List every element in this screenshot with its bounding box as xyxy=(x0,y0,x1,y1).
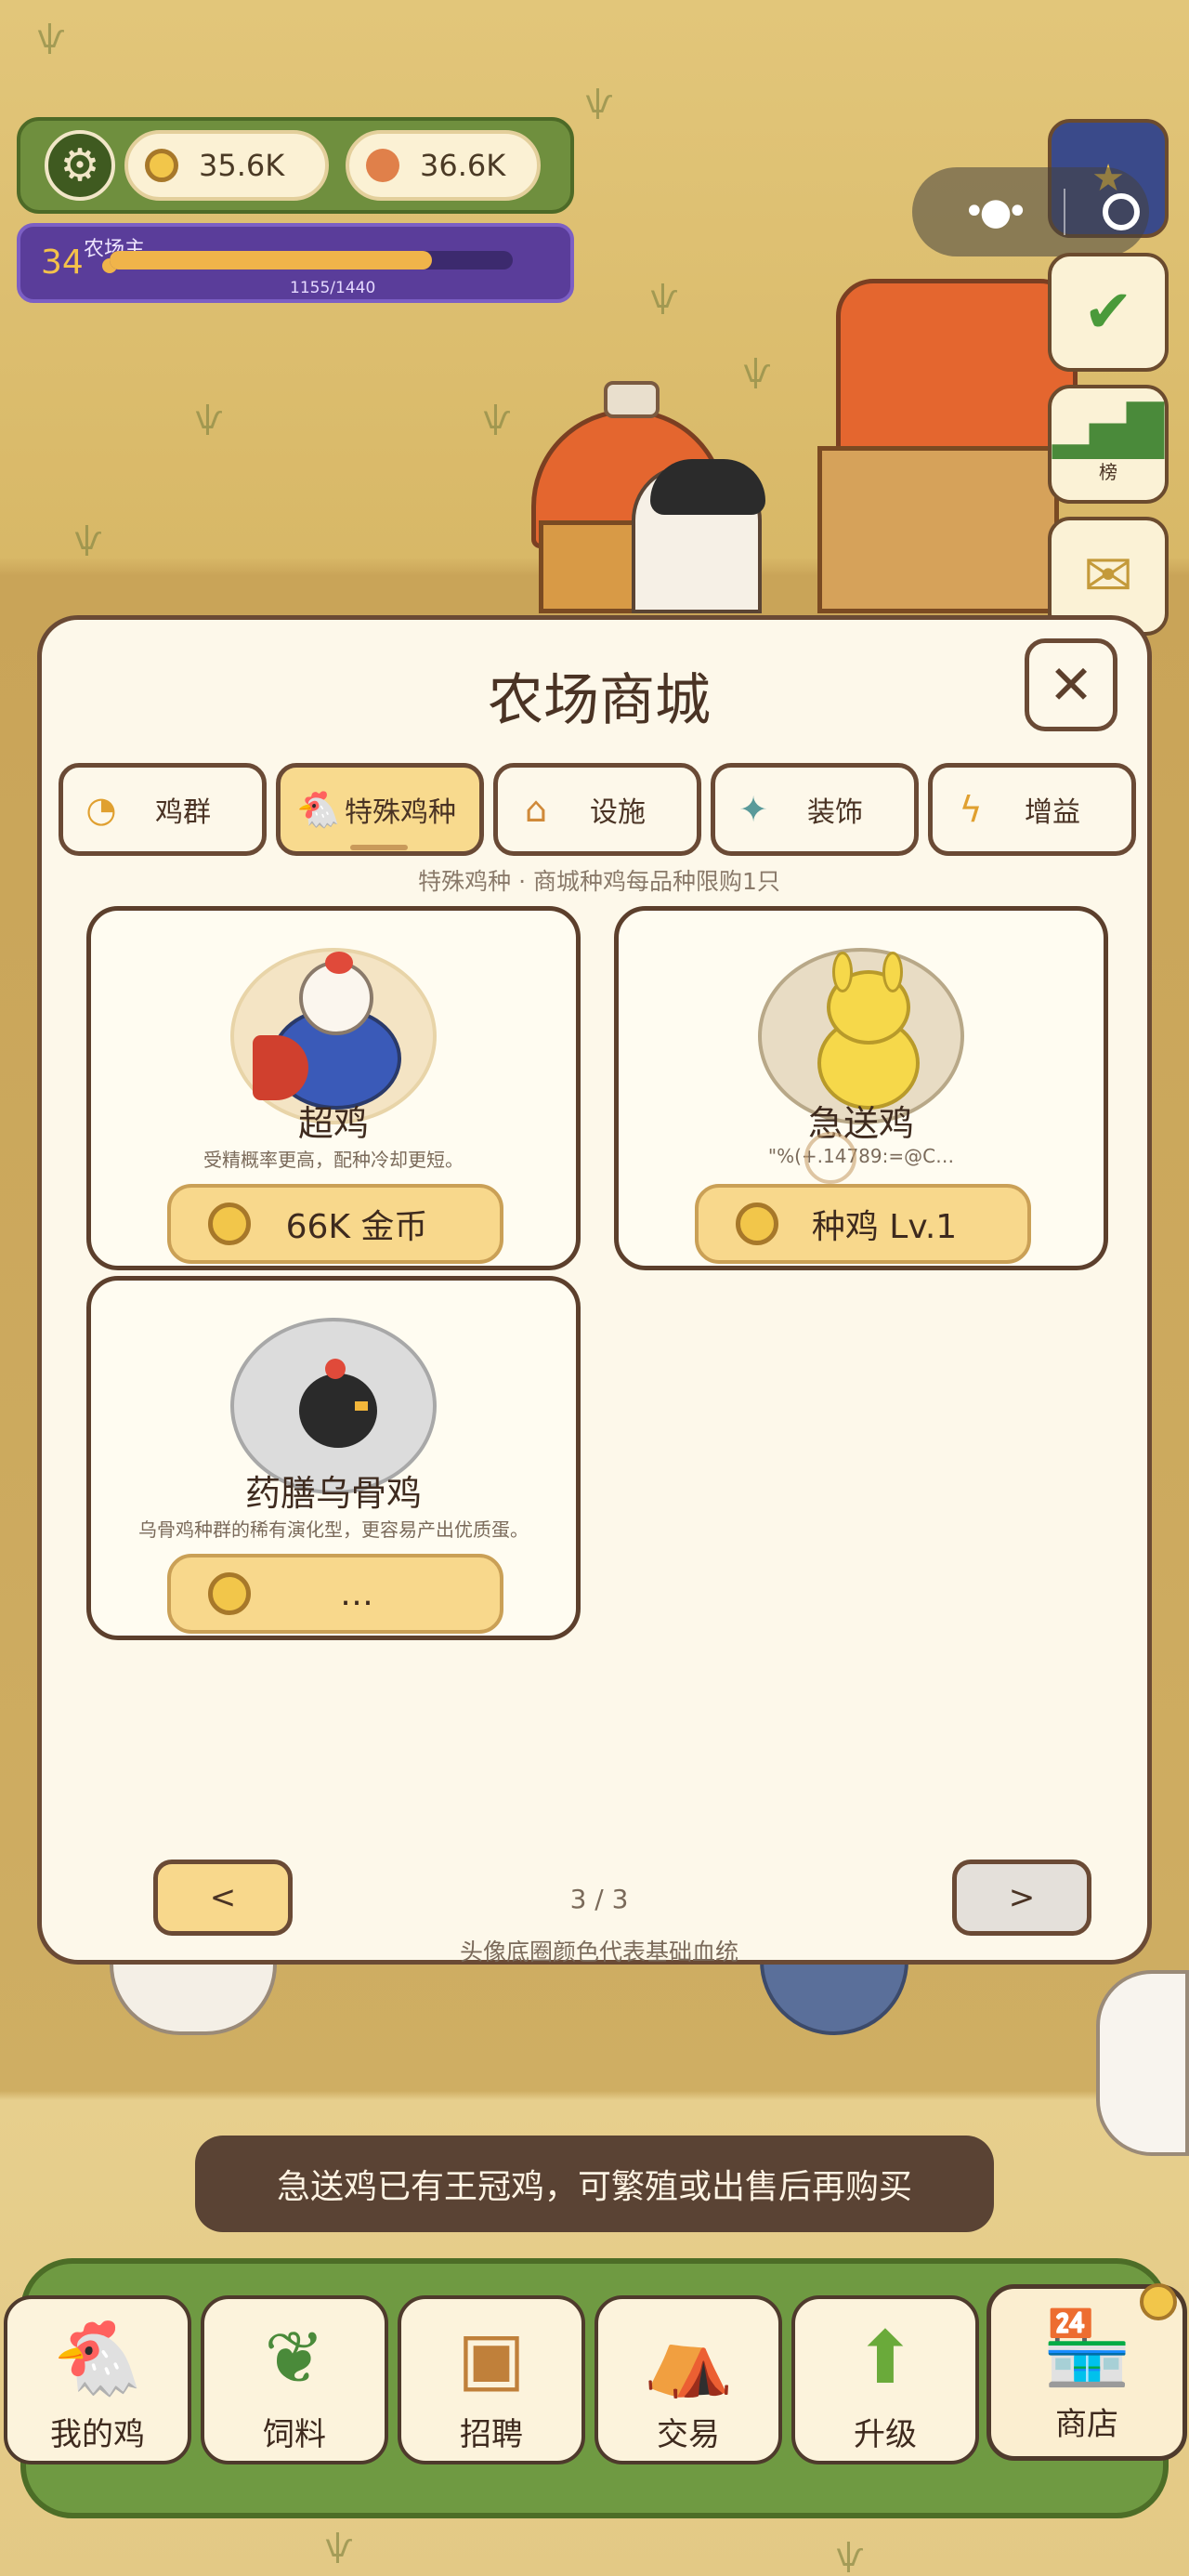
tab-label: 装饰 xyxy=(807,796,863,829)
tab-label: 增益 xyxy=(1025,796,1080,829)
tab-decorations[interactable]: ✦ 装饰 xyxy=(711,763,919,856)
coin-icon xyxy=(145,149,178,182)
grass-decoration: ѱ xyxy=(743,353,771,390)
tab-label: 设施 xyxy=(590,796,646,829)
nav-upgrade[interactable]: ⬆ 升级 xyxy=(791,2295,979,2464)
nav-label: 交易 xyxy=(657,2416,720,2453)
modal-title: 农场商城 xyxy=(488,668,711,733)
shop-item-card[interactable]: 超鸡 受精概率更高，配种冷却更短。 66K 金币 xyxy=(86,906,581,1270)
legend-note: 头像底圈颜色代表基础血统 xyxy=(459,1939,738,1965)
chimney xyxy=(604,381,660,418)
settings-gear-icon[interactable]: ⚙ xyxy=(45,130,115,201)
resource-hud: ⚙ 35.6K 36.6K xyxy=(17,117,574,214)
tab-boosts[interactable]: ϟ 增益 xyxy=(928,763,1136,856)
leaderboard-icon[interactable]: ▂▅█ 榜 xyxy=(1048,385,1169,504)
calendar-checkin-icon[interactable]: ✔ xyxy=(1048,253,1169,372)
price-label: 种鸡 Lv.1 xyxy=(811,1208,958,1246)
sparkle-icon: ✦ xyxy=(738,789,768,830)
egg-counter[interactable]: 36.6K xyxy=(346,130,541,201)
coin-amount: 35.6K xyxy=(199,148,285,183)
price-label: 66K 金币 xyxy=(285,1208,428,1246)
item-name: 急送鸡 xyxy=(807,1103,914,1144)
capsule-divider xyxy=(1064,189,1066,235)
farm-shop-front xyxy=(817,446,1059,613)
item-name: 超鸡 xyxy=(297,1103,369,1144)
grass-decoration: ѱ xyxy=(325,2528,353,2565)
next-label: > xyxy=(1008,1879,1036,1916)
market-stall-icon: ⛺ xyxy=(643,2316,734,2400)
toast-message: 急送鸡已有王冠鸡，可繁殖或出售后再购买 xyxy=(195,2136,994,2232)
item-description: 受精概率更高，配种冷却更短。 xyxy=(203,1149,464,1171)
grass-decoration: ѱ xyxy=(650,279,678,316)
more-menu-icon[interactable]: •●• xyxy=(963,191,1028,233)
up-arrow-icon: ⬆ xyxy=(855,2317,916,2400)
price-label: … xyxy=(340,1574,373,1613)
special-chicken-icon: 🐔 xyxy=(296,788,341,830)
grass-decoration: ѱ xyxy=(836,2537,864,2574)
tab-label: 特殊鸡种 xyxy=(345,796,456,829)
buy-button[interactable]: 66K 金币 xyxy=(167,1184,503,1264)
chick-icon: ◔ xyxy=(85,789,117,830)
miniprogram-capsule[interactable]: •●• xyxy=(912,167,1149,256)
leaf-icon: ❦ xyxy=(264,2317,325,2400)
leaderboard-label: 榜 xyxy=(1099,460,1117,483)
level-number: 34 xyxy=(41,243,84,282)
coin-icon xyxy=(736,1203,778,1245)
grass-decoration: ѱ xyxy=(483,400,511,437)
chef-hat xyxy=(650,459,765,515)
level-panel[interactable]: 34 农场主 1155/1440 xyxy=(17,223,574,303)
farm-shop-building xyxy=(836,279,1078,465)
close-miniprogram-icon[interactable] xyxy=(1103,193,1141,230)
xp-text: 1155/1440 xyxy=(290,279,376,297)
tab-flock[interactable]: ◔ 鸡群 xyxy=(59,763,267,856)
bar-chart-icon: ▂▅█ xyxy=(1052,402,1164,459)
shop-item-card[interactable]: 急送鸡 "%(+.14789:=@C… 种鸡 Lv.1 xyxy=(614,906,1108,1270)
tab-label: 鸡群 xyxy=(155,796,211,829)
xp-progress-fill xyxy=(110,251,433,269)
egg-icon xyxy=(366,149,399,182)
lightning-icon: ϟ xyxy=(959,789,983,830)
buy-button[interactable]: … xyxy=(167,1554,503,1634)
tap-indicator xyxy=(804,1132,856,1184)
grass-decoration: ѱ xyxy=(195,400,223,437)
xp-progress-bar xyxy=(110,251,513,269)
grass-decoration: ѱ xyxy=(74,520,102,558)
background-chicken xyxy=(1096,1970,1189,2156)
nav-trade[interactable]: ⛺ 交易 xyxy=(594,2295,782,2464)
item-description: 乌骨鸡种群的稀有演化型，更容易产出优质蛋。 xyxy=(138,1518,529,1541)
chicken-icon: 🐔 xyxy=(52,2316,143,2400)
nav-label: 商店 xyxy=(1055,2406,1118,2443)
nav-label: 饲料 xyxy=(263,2416,326,2453)
breeder-level-button[interactable]: 种鸡 Lv.1 xyxy=(695,1184,1031,1264)
item-description: "%(+.14789:=@C… xyxy=(767,1145,955,1167)
nav-label: 升级 xyxy=(854,2416,917,2453)
badge-icon: ▣ xyxy=(457,2317,526,2400)
tab-facilities[interactable]: ⌂ 设施 xyxy=(493,763,701,856)
close-button[interactable]: ✕ xyxy=(1025,638,1117,731)
close-icon: ✕ xyxy=(1048,653,1094,716)
house-icon: ⌂ xyxy=(524,789,548,830)
tab-subtitle: 特殊鸡种 · 商城种鸡每品种限购1只 xyxy=(418,868,780,895)
coin-badge-icon xyxy=(1140,2283,1177,2320)
nav-recruit[interactable]: ▣ 招聘 xyxy=(398,2295,585,2464)
coin-icon xyxy=(208,1203,251,1245)
nav-label: 我的鸡 xyxy=(50,2416,145,2453)
nav-label: 招聘 xyxy=(460,2416,523,2453)
egg-amount: 36.6K xyxy=(420,148,506,183)
shop-modal: 农场商城 ✕ ◔ 鸡群 🐔 特殊鸡种 ⌂ 设施 ✦ 装饰 ϟ 增益 特殊鸡种 ·… xyxy=(37,615,1152,1965)
nav-my-chickens[interactable]: 🐔 我的鸡 xyxy=(4,2295,191,2464)
nav-shop[interactable]: 🏪 商店 xyxy=(986,2283,1187,2461)
active-tab-indicator xyxy=(350,845,408,850)
next-page-button[interactable]: > xyxy=(952,1860,1091,1936)
item-name: 药膳乌骨鸡 xyxy=(244,1473,422,1514)
shop-item-card[interactable]: 药膳乌骨鸡 乌骨鸡种群的稀有演化型，更容易产出优质蛋。 … xyxy=(86,1276,581,1640)
grass-decoration: ѱ xyxy=(37,19,65,56)
coin-icon xyxy=(208,1572,251,1615)
grass-decoration: ѱ xyxy=(585,84,613,121)
nav-feed[interactable]: ❦ 饲料 xyxy=(201,2295,388,2464)
coin-counter[interactable]: 35.6K xyxy=(124,130,329,201)
tab-special-breeds[interactable]: 🐔 特殊鸡种 xyxy=(276,763,484,856)
